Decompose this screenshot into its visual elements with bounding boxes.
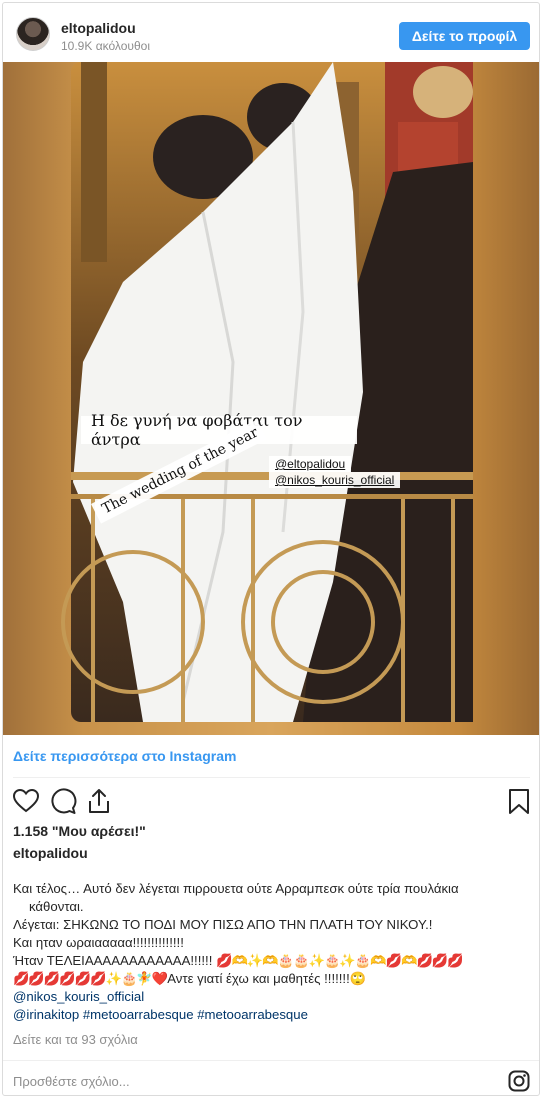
- add-comment-input[interactable]: Προσθέστε σχόλιο...: [13, 1074, 130, 1089]
- caption-text: Αντε γιατί έχω και μαθητές !!!!!!!🙄: [167, 971, 367, 986]
- post-header: eltopalidou 10.9K ακόλουθοι Δείτε το προ…: [3, 3, 539, 63]
- instagram-icon[interactable]: [508, 1070, 530, 1092]
- hashtag-link[interactable]: #metooarrabesque: [197, 1007, 308, 1022]
- wedding-photo: [3, 62, 539, 735]
- caption-line: @irinakitop #metooarrabesque #metooarrab…: [13, 1006, 533, 1024]
- caption-line: κάθονται.: [29, 899, 84, 914]
- comment-icon[interactable]: [49, 787, 77, 815]
- caption-line: @nikos_kouris_official: [13, 988, 533, 1006]
- mention-link[interactable]: @irinakitop: [13, 1007, 79, 1022]
- like-count[interactable]: 1.158 "Μου αρέσει!": [13, 823, 146, 839]
- hashtag-link[interactable]: #metooarrabesque: [83, 1007, 194, 1022]
- header-username[interactable]: eltopalidou: [61, 20, 136, 36]
- mention-link[interactable]: @nikos_kouris_official: [13, 989, 144, 1004]
- post-caption: Και τέλος… Αυτό δεν λέγεται πιρρουετα ού…: [13, 880, 533, 1024]
- caption-username[interactable]: eltopalidou: [13, 845, 88, 861]
- view-all-comments-link[interactable]: Δείτε και τα 93 σχόλια: [13, 1032, 138, 1047]
- divider: [3, 1060, 539, 1061]
- divider: [13, 777, 530, 778]
- story-mention-nikos: @nikos_kouris_official: [269, 472, 401, 488]
- story-mention-eltopalidou: @eltopalidou: [269, 456, 352, 472]
- caption-line: Λέγεται: ΣΗΚΩΝΩ ΤΟ ΠΟΔΙ ΜΟΥ ΠΙΣΩ ΑΠΟ ΤΗΝ…: [13, 917, 433, 932]
- caption-emojis: 💋🫶✨🫶🎂🎂✨🎂✨🎂🫶💋🫶💋💋💋: [216, 953, 464, 968]
- instagram-embed-card: eltopalidou 10.9K ακόλουθοι Δείτε το προ…: [2, 2, 540, 1096]
- caption-emojis: 💋💋💋💋💋💋✨🎂🧚❤️: [13, 971, 168, 986]
- caption-text: Ήταν ΤΕΛΕΙΑΑΑΑΑΑΑΑΑΑΑΑ!!!!!!: [13, 953, 213, 968]
- bookmark-icon[interactable]: [505, 787, 533, 815]
- caption-line: Ήταν ΤΕΛΕΙΑΑΑΑΑΑΑΑΑΑΑΑ!!!!!! 💋🫶✨🫶🎂🎂✨🎂✨🎂🫶…: [13, 952, 533, 970]
- view-profile-button[interactable]: Δείτε το προφίλ: [399, 22, 530, 50]
- share-icon[interactable]: [85, 787, 113, 815]
- avatar[interactable]: [16, 17, 50, 51]
- caption-line: Και ηταν ωραιααααα!!!!!!!!!!!!!!: [13, 935, 184, 950]
- post-image[interactable]: Η δε γυνή να φοβάται τον άντρα @eltopali…: [3, 62, 539, 735]
- action-bar: [3, 787, 539, 817]
- heart-icon[interactable]: [12, 787, 40, 815]
- follower-count: 10.9K ακόλουθοι: [61, 39, 150, 53]
- see-more-on-instagram-link[interactable]: Δείτε περισσότερα στο Instagram: [13, 748, 236, 764]
- caption-line: 💋💋💋💋💋💋✨🎂🧚❤️Αντε γιατί έχω και μαθητές !!…: [13, 970, 533, 988]
- caption-line: Και τέλος… Αυτό δεν λέγεται πιρρουετα ού…: [13, 881, 459, 896]
